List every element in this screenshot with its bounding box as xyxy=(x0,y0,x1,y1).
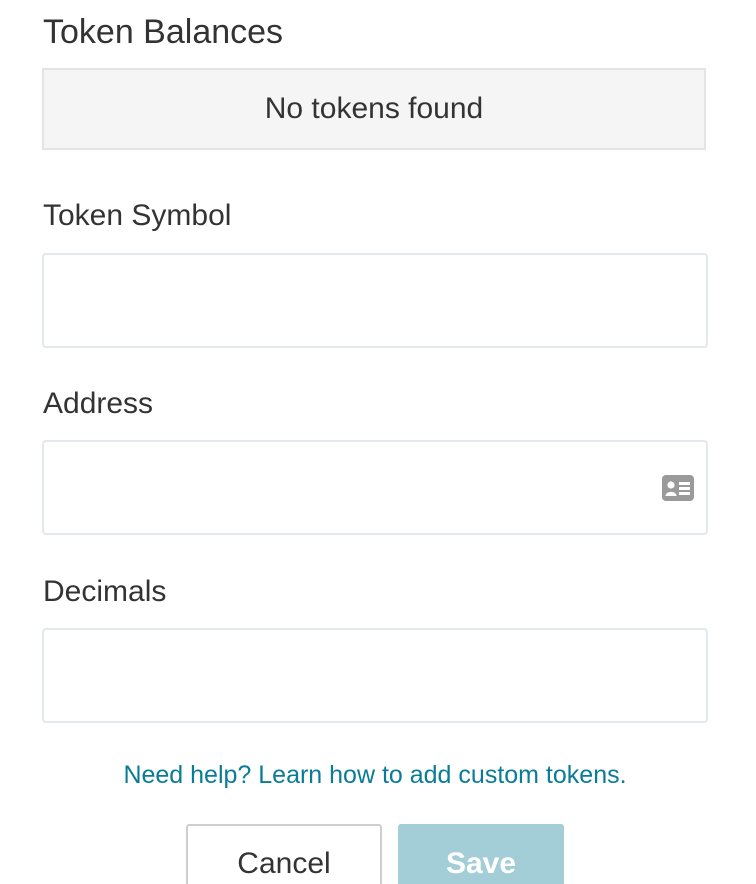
add-token-panel: Token Balances No tokens found Token Sym… xyxy=(0,0,756,884)
cancel-button-label: Cancel xyxy=(237,847,331,880)
contact-card-icon[interactable] xyxy=(662,475,694,501)
address-label: Address xyxy=(43,387,154,420)
save-button-label: Save xyxy=(445,847,517,880)
decimals-input[interactable] xyxy=(42,628,708,723)
cancel-button[interactable]: Cancel xyxy=(186,824,382,884)
token-balances-empty-state: No tokens found xyxy=(42,68,706,150)
token-symbol-input[interactable] xyxy=(42,253,708,348)
address-input[interactable] xyxy=(42,440,708,535)
token-balances-title: Token Balances xyxy=(43,13,284,51)
custom-tokens-help-link[interactable]: Need help? Learn how to add custom token… xyxy=(0,758,750,792)
empty-state-message: No tokens found xyxy=(264,92,484,125)
save-button[interactable]: Save xyxy=(398,824,564,884)
token-symbol-label: Token Symbol xyxy=(43,199,232,232)
decimals-label: Decimals xyxy=(43,575,167,608)
